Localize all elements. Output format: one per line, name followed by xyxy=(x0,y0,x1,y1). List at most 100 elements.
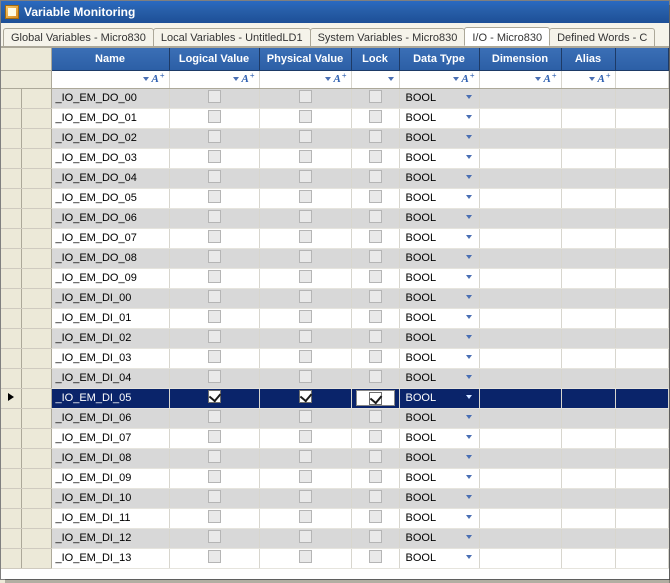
cell-datatype[interactable]: BOOL xyxy=(399,368,479,388)
filter-dimension[interactable]: A+ xyxy=(479,70,561,88)
cell-logical[interactable] xyxy=(169,448,259,468)
table-row[interactable]: _IO_EM_DI_07BOOL xyxy=(1,428,669,448)
checkbox-lock[interactable] xyxy=(369,392,382,405)
cell-name[interactable]: _IO_EM_DO_01 xyxy=(51,108,169,128)
cell-physical[interactable] xyxy=(259,508,351,528)
cell-name[interactable]: _IO_EM_DI_09 xyxy=(51,468,169,488)
cell-dimension[interactable] xyxy=(479,228,561,248)
cell-datatype[interactable]: BOOL xyxy=(399,508,479,528)
cell-lock[interactable] xyxy=(351,468,399,488)
cell-name[interactable]: _IO_EM_DI_08 xyxy=(51,448,169,468)
cell-dimension[interactable] xyxy=(479,448,561,468)
chevron-down-icon[interactable] xyxy=(466,395,473,402)
checkbox-lock[interactable] xyxy=(369,470,382,483)
cell-name[interactable]: _IO_EM_DI_00 xyxy=(51,288,169,308)
checkbox-lock[interactable] xyxy=(369,450,382,463)
cell-name[interactable]: _IO_EM_DO_08 xyxy=(51,248,169,268)
cell-datatype[interactable]: BOOL xyxy=(399,348,479,368)
checkbox-physical[interactable] xyxy=(299,470,312,483)
checkbox-physical[interactable] xyxy=(299,150,312,163)
cell-physical[interactable] xyxy=(259,268,351,288)
cell-name[interactable]: _IO_EM_DO_06 xyxy=(51,208,169,228)
cell-logical[interactable] xyxy=(169,208,259,228)
cell-datatype[interactable]: BOOL xyxy=(399,208,479,228)
table-row[interactable]: _IO_EM_DI_02BOOL xyxy=(1,328,669,348)
checkbox-lock[interactable] xyxy=(369,410,382,423)
filter-lock[interactable] xyxy=(351,70,399,88)
tab-4[interactable]: Defined Words - C xyxy=(549,28,655,47)
tab-3[interactable]: I/O - Micro830 xyxy=(464,27,550,46)
checkbox-physical[interactable] xyxy=(299,350,312,363)
checkbox-logical[interactable] xyxy=(208,250,221,263)
cell-dimension[interactable] xyxy=(479,428,561,448)
cell-dimension[interactable] xyxy=(479,288,561,308)
chevron-down-icon[interactable] xyxy=(466,155,473,162)
checkbox-physical[interactable] xyxy=(299,290,312,303)
checkbox-physical[interactable] xyxy=(299,430,312,443)
table-row[interactable]: _IO_EM_DI_04BOOL xyxy=(1,368,669,388)
checkbox-physical[interactable] xyxy=(299,210,312,223)
cell-physical[interactable] xyxy=(259,328,351,348)
cell-lock[interactable] xyxy=(351,368,399,388)
cell-dimension[interactable] xyxy=(479,348,561,368)
checkbox-physical[interactable] xyxy=(299,270,312,283)
checkbox-logical[interactable] xyxy=(208,210,221,223)
cell-name[interactable]: _IO_EM_DI_13 xyxy=(51,548,169,568)
cell-lock[interactable] xyxy=(351,168,399,188)
cell-alias[interactable] xyxy=(561,288,615,308)
cell-lock[interactable] xyxy=(351,388,399,408)
checkbox-logical[interactable] xyxy=(208,150,221,163)
cell-alias[interactable] xyxy=(561,108,615,128)
cell-datatype[interactable]: BOOL xyxy=(399,288,479,308)
checkbox-lock[interactable] xyxy=(369,530,382,543)
chevron-down-icon[interactable] xyxy=(466,215,473,222)
chevron-down-icon[interactable] xyxy=(466,255,473,262)
cell-logical[interactable] xyxy=(169,548,259,568)
cell-datatype[interactable]: BOOL xyxy=(399,328,479,348)
cell-physical[interactable] xyxy=(259,488,351,508)
cell-datatype[interactable]: BOOL xyxy=(399,528,479,548)
cell-dimension[interactable] xyxy=(479,388,561,408)
table-row[interactable]: _IO_EM_DI_00 BOOL xyxy=(1,288,669,308)
cell-alias[interactable] xyxy=(561,508,615,528)
cell-name[interactable]: _IO_EM_DI_12 xyxy=(51,528,169,548)
cell-logical[interactable] xyxy=(169,108,259,128)
table-row[interactable]: _IO_EM_DO_05BOOL xyxy=(1,188,669,208)
cell-name[interactable]: _IO_EM_DI_10 xyxy=(51,488,169,508)
chevron-down-icon[interactable] xyxy=(466,235,473,242)
cell-alias[interactable] xyxy=(561,348,615,368)
cell-lock[interactable] xyxy=(351,348,399,368)
cell-lock[interactable] xyxy=(351,228,399,248)
cell-datatype[interactable]: BOOL xyxy=(399,388,479,408)
cell-alias[interactable] xyxy=(561,388,615,408)
cell-logical[interactable] xyxy=(169,388,259,408)
checkbox-logical[interactable] xyxy=(208,110,221,123)
filter-name[interactable]: A+ xyxy=(51,70,169,88)
cell-lock[interactable] xyxy=(351,548,399,568)
cell-dimension[interactable] xyxy=(479,548,561,568)
cell-lock[interactable] xyxy=(351,188,399,208)
cell-logical[interactable] xyxy=(169,88,259,108)
cell-physical[interactable] xyxy=(259,468,351,488)
cell-logical[interactable] xyxy=(169,428,259,448)
checkbox-physical[interactable] xyxy=(299,410,312,423)
checkbox-lock[interactable] xyxy=(369,150,382,163)
cell-name[interactable]: _IO_EM_DI_07 xyxy=(51,428,169,448)
cell-dimension[interactable] xyxy=(479,468,561,488)
cell-logical[interactable] xyxy=(169,308,259,328)
chevron-down-icon[interactable] xyxy=(466,195,473,202)
checkbox-lock[interactable] xyxy=(369,350,382,363)
cell-alias[interactable] xyxy=(561,428,615,448)
filter-datatype[interactable]: A+ xyxy=(399,70,479,88)
cell-lock[interactable] xyxy=(351,268,399,288)
chevron-down-icon[interactable] xyxy=(466,495,473,502)
cell-datatype[interactable]: BOOL xyxy=(399,108,479,128)
checkbox-logical[interactable] xyxy=(208,530,221,543)
checkbox-lock[interactable] xyxy=(369,130,382,143)
chevron-down-icon[interactable] xyxy=(466,455,473,462)
checkbox-physical[interactable] xyxy=(299,510,312,523)
cell-physical[interactable] xyxy=(259,128,351,148)
cell-physical[interactable] xyxy=(259,368,351,388)
checkbox-logical[interactable] xyxy=(208,370,221,383)
cell-physical[interactable] xyxy=(259,248,351,268)
